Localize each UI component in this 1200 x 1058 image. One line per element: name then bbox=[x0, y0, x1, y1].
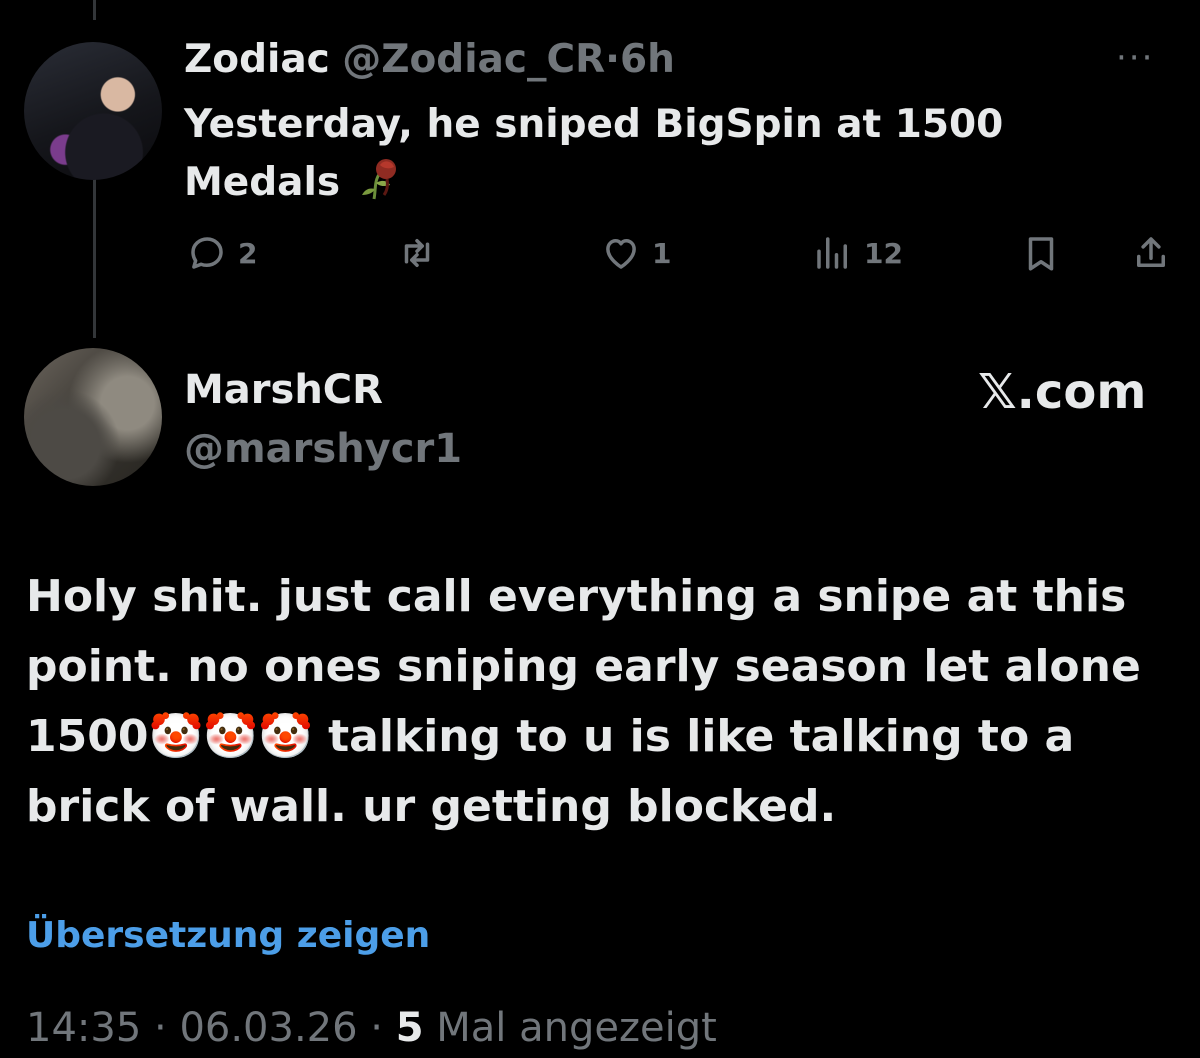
avatar[interactable] bbox=[24, 348, 162, 486]
tweet-text: Holy shit. just call everything a snipe … bbox=[26, 571, 1141, 832]
bookmark-icon bbox=[1028, 237, 1054, 271]
action-bar: 2 1 12 bbox=[0, 232, 1200, 282]
analytics-icon bbox=[817, 237, 847, 269]
display-name[interactable]: MarshCR bbox=[184, 360, 383, 420]
reply-icon bbox=[191, 237, 223, 269]
separator: · bbox=[370, 1005, 383, 1051]
tweet-text: Yesterday, he sniped BigSpin at 1500 Med… bbox=[184, 96, 1084, 212]
retweet-button[interactable] bbox=[396, 232, 448, 274]
avatar[interactable] bbox=[24, 42, 162, 180]
reply-count: 2 bbox=[238, 236, 258, 270]
user-handle[interactable]: @marshycr1 bbox=[184, 422, 462, 476]
tweet-date[interactable]: 06.03.26 bbox=[179, 1005, 357, 1051]
time-ago[interactable]: 6h bbox=[620, 37, 675, 82]
display-name[interactable]: Zodiac bbox=[184, 37, 330, 82]
separator: · bbox=[605, 37, 620, 82]
bookmark-button[interactable] bbox=[1020, 232, 1062, 274]
wilted-rose-icon bbox=[354, 155, 406, 201]
thread-line bbox=[93, 0, 96, 20]
views-label: Mal angezeigt bbox=[436, 1005, 717, 1051]
tweet-body: Yesterday, he sniped BigSpin at 1500 Med… bbox=[184, 102, 1004, 205]
tweet-time[interactable]: 14:35 bbox=[26, 1005, 141, 1051]
share-icon bbox=[1137, 237, 1165, 267]
like-count: 1 bbox=[652, 236, 672, 270]
tweet-header: Zodiac @Zodiac_CR·6h bbox=[184, 34, 675, 86]
share-button[interactable] bbox=[1130, 232, 1172, 274]
tweet-metadata: 14:35 · 06.03.26 · 5 Mal angezeigt bbox=[26, 998, 717, 1058]
user-handle[interactable]: @Zodiac_CR bbox=[342, 37, 605, 82]
separator: · bbox=[154, 1005, 167, 1051]
views-count: 12 bbox=[864, 236, 903, 270]
more-options-icon[interactable]: ··· bbox=[1116, 38, 1154, 78]
retweet-icon bbox=[404, 239, 430, 267]
like-button[interactable]: 1 bbox=[600, 232, 671, 274]
heart-icon bbox=[606, 239, 636, 269]
x-com-badge: 𝕏.com bbox=[978, 364, 1147, 420]
translate-link[interactable]: Übersetzung zeigen bbox=[26, 908, 430, 964]
views-number: 5 bbox=[395, 1005, 424, 1051]
views-button[interactable]: 12 bbox=[812, 232, 903, 274]
reply-button[interactable]: 2 bbox=[186, 232, 257, 274]
